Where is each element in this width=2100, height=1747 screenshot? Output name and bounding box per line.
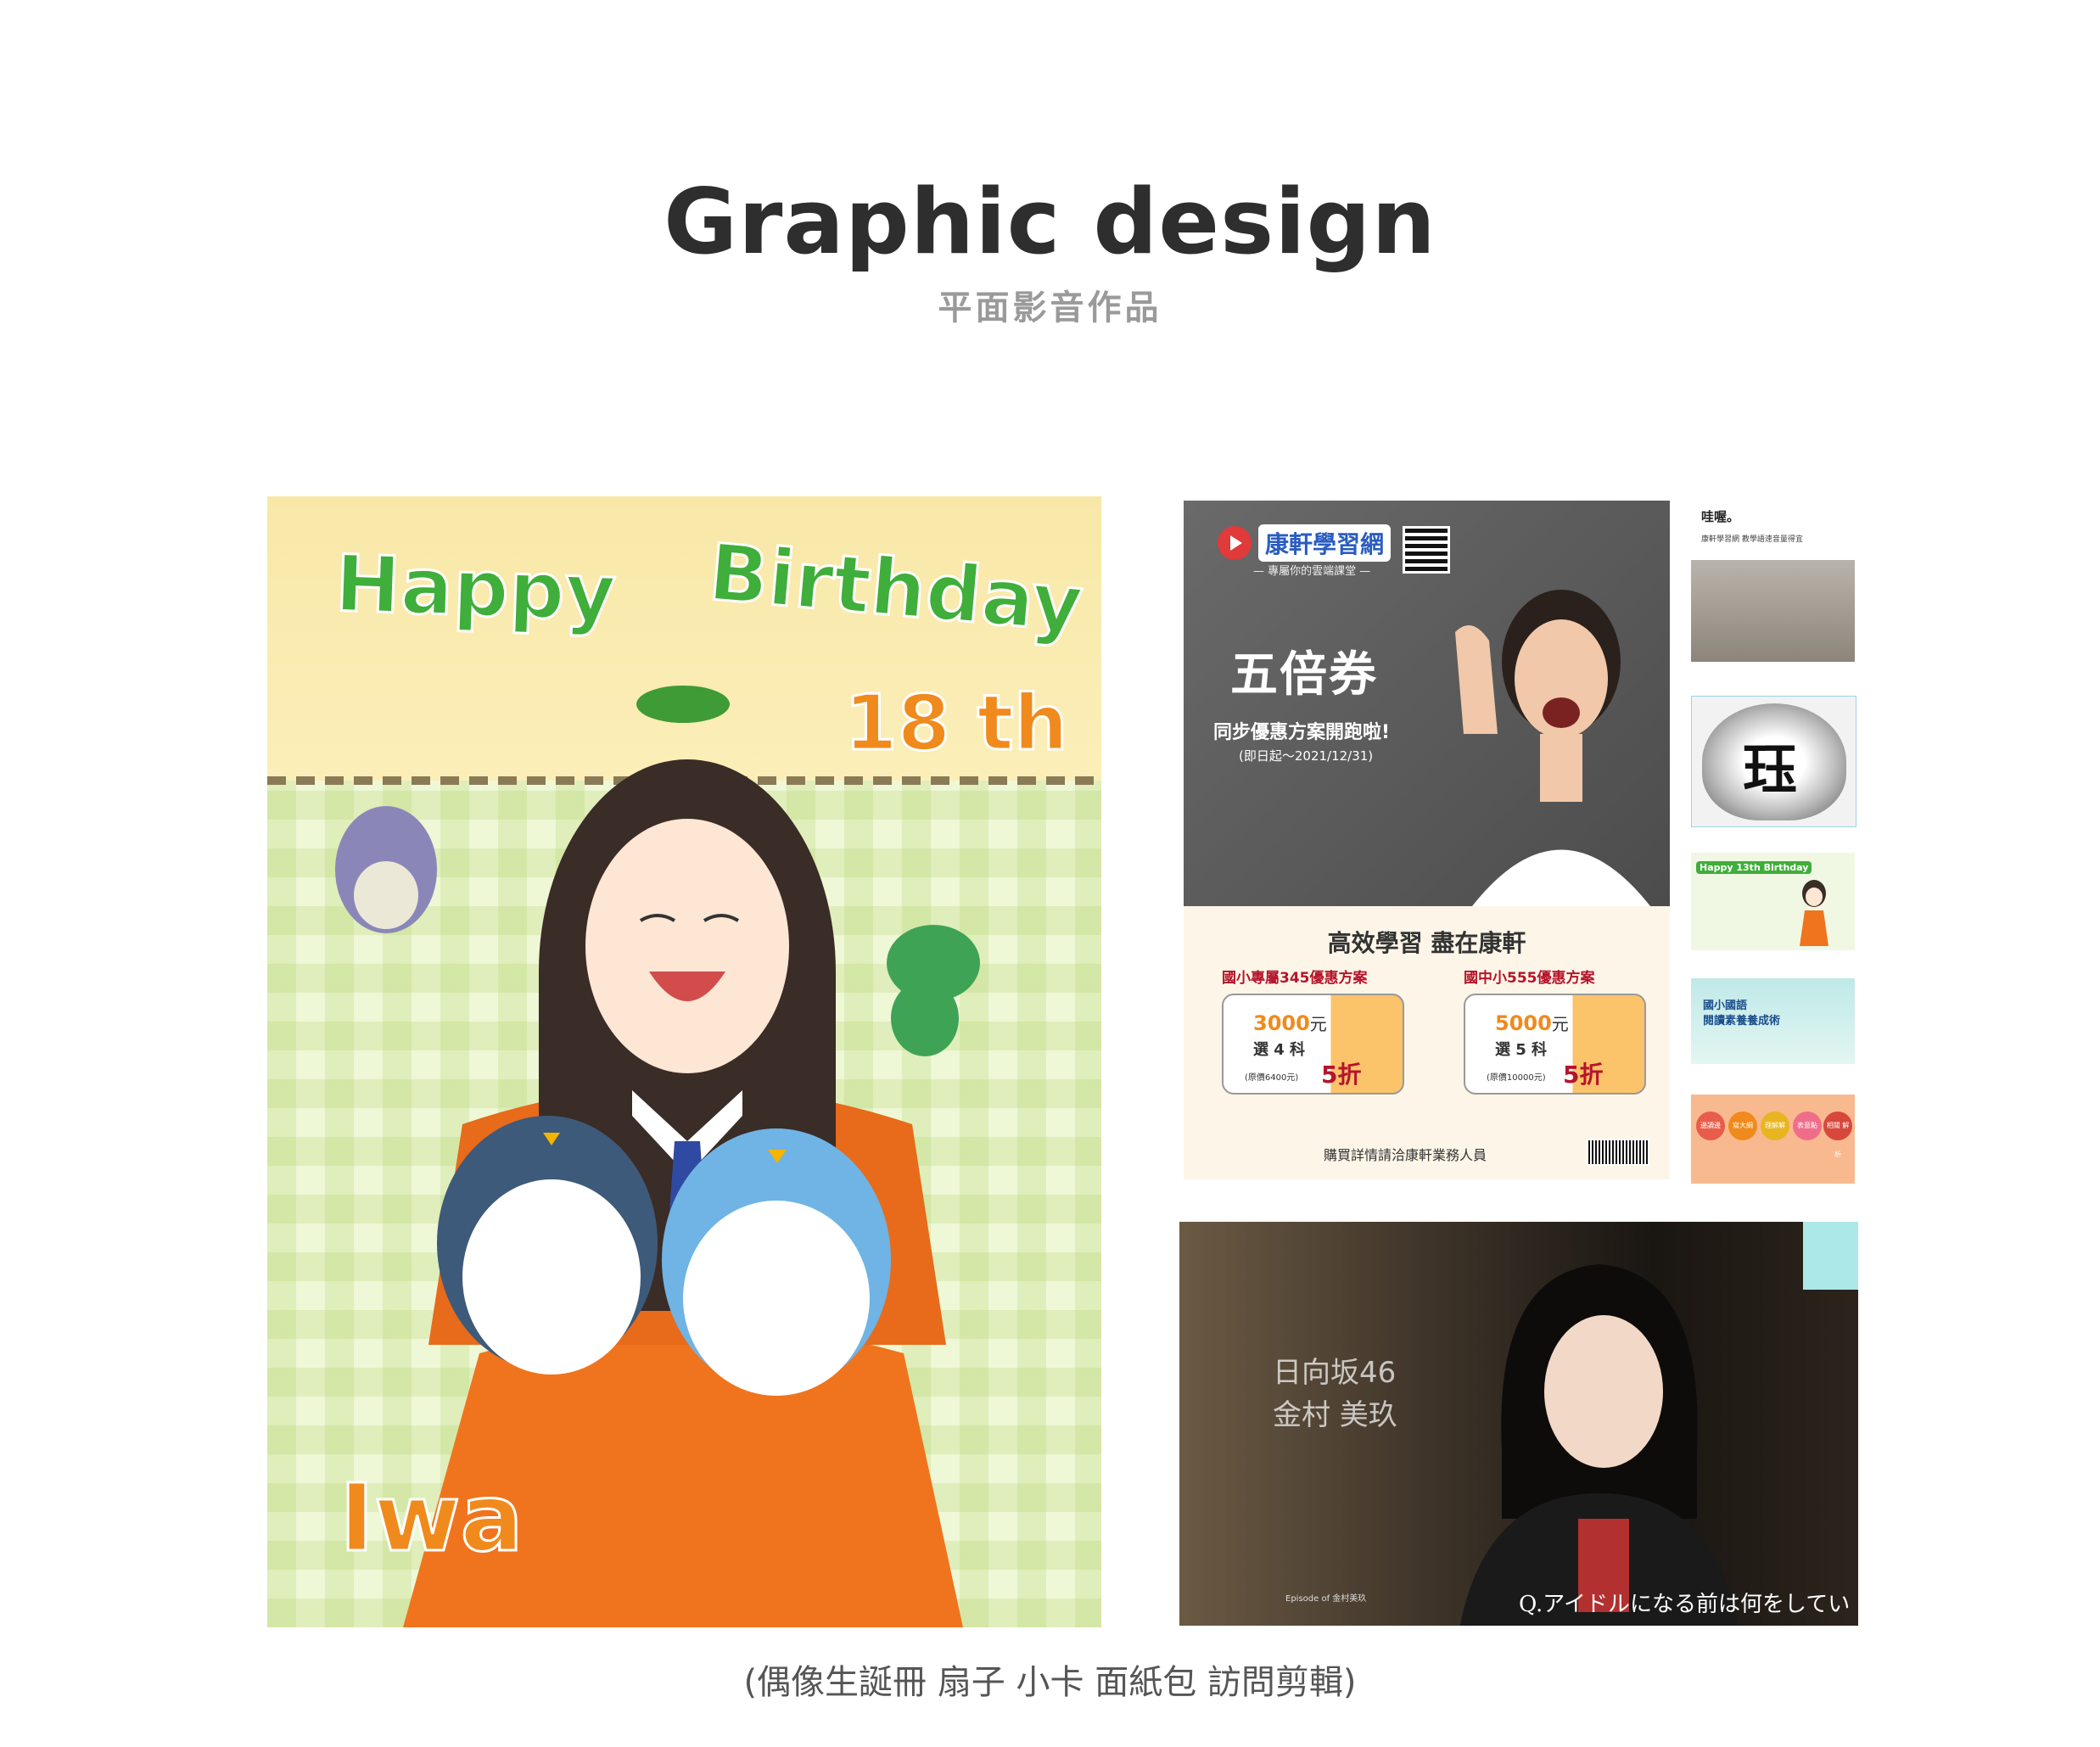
ad-subheadline: 同步優惠方案開跑啦! bbox=[1213, 722, 1391, 743]
ad-plan-original-price: (原價10000元) bbox=[1487, 1073, 1546, 1083]
fan-calligraphy: 珏 bbox=[1743, 738, 1797, 802]
ad-plan-subjects: 選 4 科 bbox=[1253, 1041, 1306, 1059]
video-subtitle: Q.アイドルになる前は何をしてい bbox=[1519, 1592, 1851, 1617]
ad-logo: 康軒學習網 bbox=[1218, 522, 1392, 564]
thumbnail-birthday-card[interactable]: Happy 13th Birthday bbox=[1691, 853, 1855, 950]
play-icon bbox=[1218, 526, 1252, 560]
ad-plan-combined: 國中小555優惠方案 5000元 選 5 科 (原價10000元) 5折 bbox=[1464, 966, 1646, 1095]
thumbnail-photo bbox=[1691, 560, 1855, 662]
step-badge: 相關 解析 bbox=[1823, 1111, 1852, 1158]
ad-headline: 五倍券 bbox=[1230, 647, 1378, 703]
video-person bbox=[1459, 1264, 1739, 1626]
thumbnail-label: Happy 13th Birthday bbox=[1696, 861, 1812, 874]
page-title: Graphic design bbox=[664, 170, 1436, 274]
ad-plan-box: 5000元 選 5 科 (原價10000元) 5折 bbox=[1464, 994, 1646, 1095]
ad-logo-subtitle: — 專屬你的雲端課堂 — bbox=[1253, 565, 1371, 578]
thumbnail-title: 哇喔。 bbox=[1701, 509, 1740, 524]
step-badge: 表意點 bbox=[1793, 1111, 1822, 1140]
ad-model-photo bbox=[1455, 590, 1650, 906]
ad-plan-price: 5000元 bbox=[1495, 1011, 1569, 1035]
thumbnail-fan-design[interactable]: 珏 bbox=[1691, 696, 1856, 827]
page-subtitle: 平面影音作品 bbox=[938, 288, 1162, 328]
discount-ad-image[interactable]: 康軒學習網 — 專屬你的雲端課堂 — 五倍券 同步優惠方案開跑啦! (即日起～2… bbox=[1184, 501, 1670, 1179]
thumbnail-headphones-post[interactable]: 哇喔。 康軒學習網 教學語速音量得宜 bbox=[1691, 499, 1855, 662]
step-badge: 理解解 bbox=[1761, 1111, 1789, 1140]
channel-logo-icon bbox=[1803, 1222, 1858, 1290]
barcode-icon bbox=[1587, 1139, 1649, 1166]
ad-plan-title: 國小專屬345優惠方案 bbox=[1222, 970, 1368, 987]
birthday-card-image[interactable]: Happy Birthday 18 th Iwa bbox=[267, 496, 1101, 1627]
qr-code-icon bbox=[1403, 526, 1450, 574]
ad-plan-title: 國中小555優惠方案 bbox=[1464, 970, 1595, 987]
gallery-caption: (偶像生誕冊 扇子 小卡 面紙包 訪問剪輯) bbox=[743, 1663, 1357, 1702]
ad-plan-subjects: 選 5 科 bbox=[1495, 1041, 1548, 1059]
ad-plan-discount: 5折 bbox=[1321, 1061, 1362, 1089]
card-illustration bbox=[335, 686, 980, 1627]
ad-plan-price: 3000元 bbox=[1253, 1011, 1327, 1035]
video-member-name: 金村 美玖 bbox=[1273, 1398, 1397, 1432]
thumbnail-caption: 康軒學習網 教學語速音量得宜 bbox=[1701, 535, 1803, 544]
ad-plan-box: 3000元 選 4 科 (原價6400元) 5折 bbox=[1222, 994, 1404, 1095]
ad-plan-original-price: (原價6400元) bbox=[1245, 1073, 1299, 1083]
ad-plan-discount: 5折 bbox=[1563, 1061, 1604, 1089]
video-episode-tag: Episode of 金村美玖 bbox=[1285, 1594, 1367, 1604]
thumbnail-text: 國小國語 閱讀素養養成術 bbox=[1703, 999, 1781, 1027]
ad-date-range: (即日起～2021/12/31) bbox=[1239, 748, 1374, 764]
ad-banner: 高效學習 盡在康軒 bbox=[1327, 929, 1526, 957]
card-name-text: Iwa bbox=[339, 1463, 525, 1574]
thumbnail-girl-illustration bbox=[1800, 880, 1828, 946]
step-badge: 邊讀邊 bbox=[1696, 1111, 1725, 1140]
ad-contact-text: 購買詳情請洽康軒業務人員 bbox=[1324, 1147, 1487, 1163]
interview-video-frame[interactable]: 日向坂46 金村 美玖 Episode of 金村美玖 Q.アイドルになる前は何… bbox=[1179, 1222, 1858, 1626]
video-group-name: 日向坂46 bbox=[1273, 1356, 1397, 1390]
ad-logo-text: 康軒學習網 bbox=[1258, 524, 1392, 562]
thumbnail-reading-steps[interactable]: 邊讀邊 寫大綱 理解解 表意點 相關 解析 bbox=[1691, 1095, 1855, 1184]
thumbnail-reading-tissue[interactable]: 國小國語 閱讀素養養成術 bbox=[1691, 978, 1855, 1064]
ad-plan-elementary: 國小專屬345優惠方案 3000元 選 4 科 (原價6400元) 5折 bbox=[1222, 966, 1404, 1095]
step-badge: 寫大綱 bbox=[1728, 1111, 1757, 1140]
